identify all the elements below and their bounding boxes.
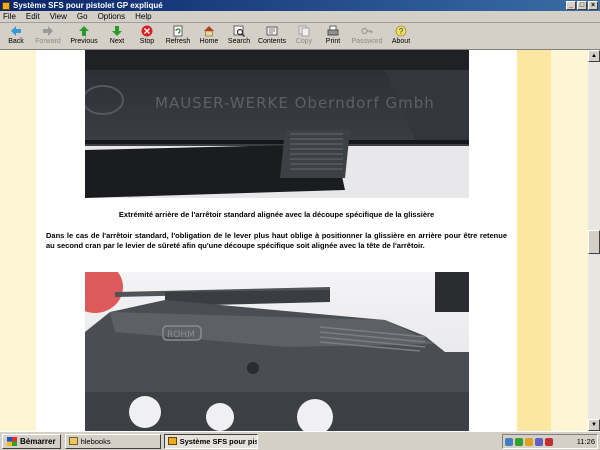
- task-button-hlebooks[interactable]: hlebooks: [64, 433, 161, 449]
- antivirus-icon[interactable]: [515, 437, 523, 446]
- update-icon[interactable]: [525, 437, 533, 446]
- forward-button[interactable]: Forward: [30, 23, 66, 50]
- scroll-thumb[interactable]: [588, 230, 600, 254]
- clock: 11:26: [576, 437, 595, 446]
- back-button[interactable]: Back: [2, 23, 30, 50]
- close-button[interactable]: ×: [588, 1, 598, 10]
- next-button[interactable]: Next: [102, 23, 132, 50]
- menu-help[interactable]: Help: [135, 12, 151, 21]
- right-stripe-dark: [517, 50, 551, 431]
- menu-file[interactable]: File: [3, 12, 16, 21]
- home-button[interactable]: Home: [194, 23, 224, 50]
- title-bar: Système SFS pour pistolet GP expliqué _ …: [0, 0, 600, 11]
- about-button[interactable]: ? About: [386, 23, 416, 50]
- printer-icon: [327, 25, 339, 37]
- left-stripe: [0, 50, 36, 431]
- rohm-logo-text: ROHM: [167, 330, 195, 340]
- search-button[interactable]: Search: [224, 23, 254, 50]
- key-icon: [361, 25, 373, 37]
- refresh-icon: [172, 25, 184, 37]
- task-button-sfs-window[interactable]: Système SFS pour pis...: [163, 433, 258, 449]
- page-body: MAUSER-WERKE Oberndorf Gmbh Extrémité ar…: [36, 50, 517, 431]
- stop-icon: [141, 25, 153, 37]
- engraving-text: MAUSER-WERKE Oberndorf Gmbh: [155, 94, 435, 112]
- windows-logo-icon: [7, 436, 17, 446]
- forward-arrow-icon: [42, 25, 54, 37]
- scroll-up-button[interactable]: ▲: [588, 50, 600, 62]
- slide-photo-2: ROHM: [85, 272, 469, 431]
- print-button[interactable]: Print: [318, 23, 348, 50]
- menu-options[interactable]: Options: [98, 12, 126, 21]
- folder-icon: [68, 437, 78, 445]
- up-arrow-icon: [78, 25, 90, 37]
- security-icon[interactable]: [545, 437, 553, 446]
- system-tray: 11:26: [502, 434, 598, 449]
- search-icon: [233, 25, 245, 37]
- vertical-scrollbar[interactable]: ▲ ▼: [588, 50, 600, 431]
- maximize-button[interactable]: □: [577, 1, 587, 10]
- right-stripe-light: [551, 50, 588, 431]
- network-icon[interactable]: [505, 437, 513, 446]
- slide-photo-1: MAUSER-WERKE Oberndorf Gmbh: [85, 50, 469, 198]
- question-icon: ?: [395, 25, 407, 37]
- toolbar: Back Forward Previous Next Stop Refresh: [0, 23, 600, 50]
- copy-icon: [298, 25, 310, 37]
- messenger-icon[interactable]: [535, 437, 543, 446]
- caption-1: Extrémité arrière de l'arrêtoir standard…: [118, 210, 435, 219]
- svg-text:?: ?: [399, 27, 404, 36]
- contents-icon: [266, 25, 278, 37]
- taskbar: Bémarrer hlebooks Système SFS pour pis..…: [0, 431, 600, 450]
- app-icon: [2, 1, 10, 10]
- paragraph-1: Dans le cas de l'arrêtoir standard, l'ob…: [46, 231, 507, 250]
- scroll-down-button[interactable]: ▼: [588, 419, 600, 431]
- contents-button[interactable]: Contents: [254, 23, 290, 50]
- stop-button[interactable]: Stop: [132, 23, 162, 50]
- copy-button[interactable]: Copy: [290, 23, 318, 50]
- menu-go[interactable]: Go: [77, 12, 88, 21]
- down-arrow-icon: [111, 25, 123, 37]
- app-icon: [167, 437, 177, 445]
- menu-edit[interactable]: Edit: [26, 12, 40, 21]
- content-viewport: MAUSER-WERKE Oberndorf Gmbh Extrémité ar…: [0, 50, 600, 431]
- previous-button[interactable]: Previous: [66, 23, 102, 50]
- start-button[interactable]: Bémarrer: [2, 433, 61, 449]
- window-title: Système SFS pour pistolet GP expliqué: [13, 1, 163, 10]
- menu-bar: File Edit View Go Options Help: [0, 11, 600, 23]
- minimize-button[interactable]: _: [566, 1, 576, 10]
- password-button[interactable]: Password: [348, 23, 386, 50]
- menu-view[interactable]: View: [50, 12, 67, 21]
- refresh-button[interactable]: Refresh: [162, 23, 194, 50]
- back-arrow-icon: [10, 25, 22, 37]
- home-icon: [203, 25, 215, 37]
